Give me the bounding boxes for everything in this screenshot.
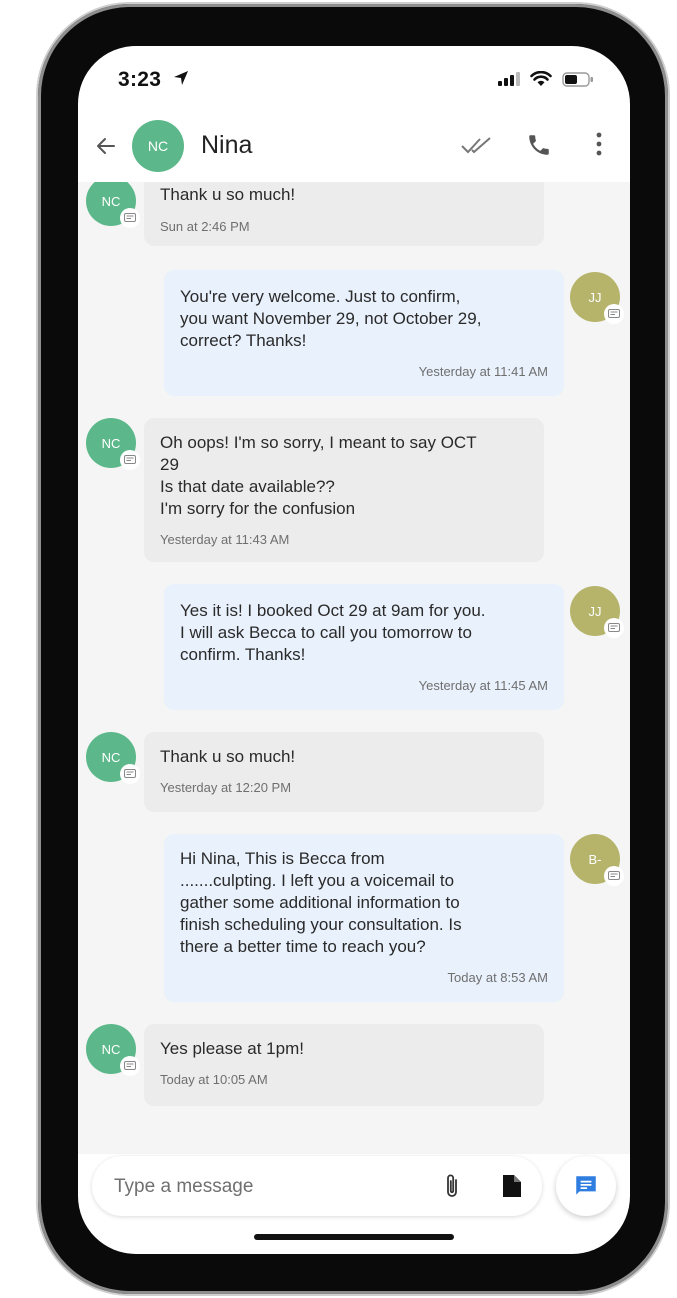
message-text: Thank u so much! (160, 747, 296, 766)
screen: 3:23 NC Nina Thank u so much! Sun at 2:4… (78, 46, 630, 1254)
sms-badge-icon (608, 871, 620, 880)
sms-badge-icon (124, 1061, 136, 1070)
avatar-staff: B- (570, 834, 624, 886)
avatar-staff: JJ (570, 272, 624, 324)
conversation-header: NC Nina (78, 110, 630, 182)
more-vertical-icon[interactable] (594, 130, 604, 158)
message-timestamp: Today at 8:53 AM (447, 970, 548, 985)
message-bubble-incoming (144, 1024, 544, 1106)
battery-icon (562, 71, 593, 87)
message-timestamp: Today at 10:05 AM (160, 1072, 268, 1087)
phone-call-icon[interactable] (526, 132, 552, 158)
message-timestamp: Sun at 2:46 PM (160, 219, 250, 234)
avatar-contact: NC (86, 418, 140, 470)
document-icon[interactable] (501, 1173, 523, 1199)
double-check-icon[interactable] (460, 136, 494, 156)
message-text: Hi Nina, This is Becca from .......culpt… (180, 849, 462, 956)
location-arrow-icon (174, 71, 188, 85)
contact-name: Nina (201, 131, 253, 159)
sms-badge-icon (124, 213, 136, 222)
message-timestamp: Yesterday at 12:20 PM (160, 780, 292, 795)
sms-badge-icon (608, 623, 620, 632)
sms-badge-icon (124, 455, 136, 464)
message-text: Yes please at 1pm! (160, 1039, 304, 1058)
send-message-button[interactable] (556, 1156, 616, 1216)
message-timestamp: Yesterday at 11:45 AM (418, 678, 548, 693)
message-text: Yes it is! I booked Oct 29 at 9am for yo… (180, 601, 486, 664)
status-time: 3:23 (118, 68, 162, 91)
message-text: Oh oops! I'm so sorry, I meant to say OC… (160, 433, 477, 518)
back-arrow-icon[interactable] (94, 134, 118, 158)
message-thread[interactable]: Thank u so much! Sun at 2:46 PM NC You'r… (78, 182, 630, 1154)
message-timestamp: Yesterday at 11:43 AM (160, 532, 290, 547)
message-text: You're very welcome. Just to confirm, yo… (180, 287, 482, 350)
avatar-contact: NC (86, 182, 140, 228)
sms-badge-icon (124, 769, 136, 778)
signal-icon (498, 72, 520, 86)
message-text: Thank u so much! (160, 185, 296, 204)
avatar-staff: JJ (570, 586, 624, 638)
home-indicator (254, 1234, 454, 1240)
avatar-contact: NC (86, 1024, 140, 1076)
message-composer (92, 1156, 542, 1216)
message-bubble-incoming (144, 732, 544, 812)
contact-avatar: NC (132, 120, 184, 172)
message-timestamp: Yesterday at 11:41 AM (418, 364, 548, 379)
avatar-contact: NC (86, 732, 140, 784)
wifi-icon (530, 71, 552, 86)
status-bar: 3:23 (78, 46, 630, 110)
paperclip-icon[interactable] (442, 1172, 462, 1200)
message-input[interactable] (112, 1170, 416, 1204)
message-icon (576, 1176, 596, 1195)
sms-badge-icon (608, 309, 620, 318)
